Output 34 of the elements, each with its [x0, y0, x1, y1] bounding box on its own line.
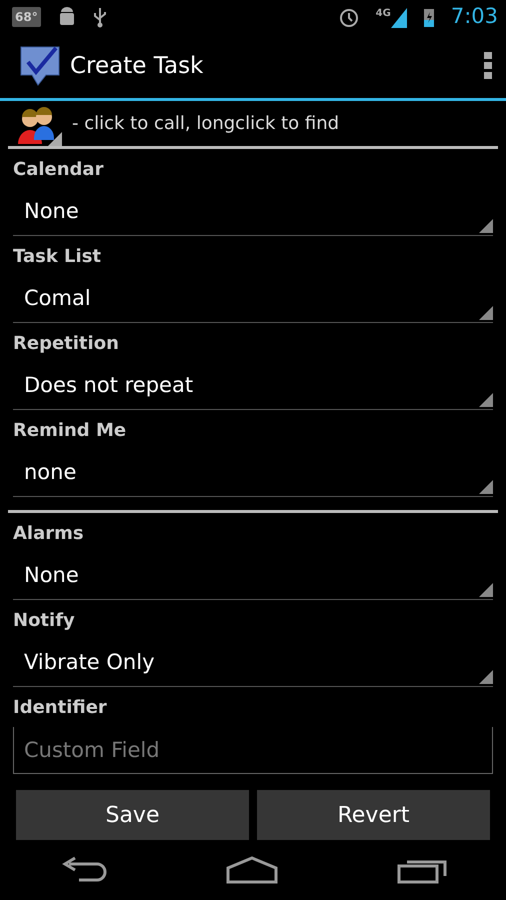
dropdown[interactable]: Comal — [13, 276, 493, 323]
action-button[interactable]: Revert — [257, 790, 490, 840]
dropdown-triangle-icon — [479, 219, 493, 233]
field-label: Identifier — [13, 696, 108, 720]
signal-icon — [390, 6, 407, 28]
usb-icon — [92, 6, 107, 28]
dropdown-triangle-icon — [479, 306, 493, 320]
checkmark-icon — [18, 44, 62, 88]
alarm-clock-icon — [338, 6, 360, 28]
contact-hint: - click to call, longclick to find — [72, 112, 340, 136]
dropdown[interactable]: Does not repeat — [13, 363, 493, 410]
dropdown[interactable]: None — [13, 189, 493, 236]
field-label: Remind Me — [13, 419, 128, 443]
field-label: Notify — [13, 609, 76, 633]
dropdown-triangle-icon — [479, 670, 493, 684]
dropdown[interactable]: Vibrate Only — [13, 640, 493, 687]
dropdown[interactable]: None — [13, 553, 493, 600]
temperature-badge: 68° — [12, 7, 41, 27]
dropdown-triangle-icon — [479, 393, 493, 407]
clock: 7:03 — [450, 3, 498, 30]
field-label: Calendar — [13, 158, 104, 182]
field-label: Alarms — [13, 522, 85, 546]
home-icon[interactable] — [226, 856, 278, 884]
battery-icon — [422, 6, 435, 28]
dropdown-triangle-icon — [479, 480, 493, 494]
screen-title: Create Task — [70, 52, 204, 81]
text-field[interactable]: Custom Field — [13, 727, 493, 774]
dropdown-triangle-icon — [479, 583, 493, 597]
field-label: Repetition — [13, 332, 120, 356]
overflow-menu-icon[interactable] — [484, 52, 492, 80]
network-label: 4G — [376, 7, 391, 21]
dropdown[interactable]: none — [13, 450, 493, 497]
field-label: Task List — [13, 245, 102, 269]
action-button[interactable]: Save — [16, 790, 249, 840]
